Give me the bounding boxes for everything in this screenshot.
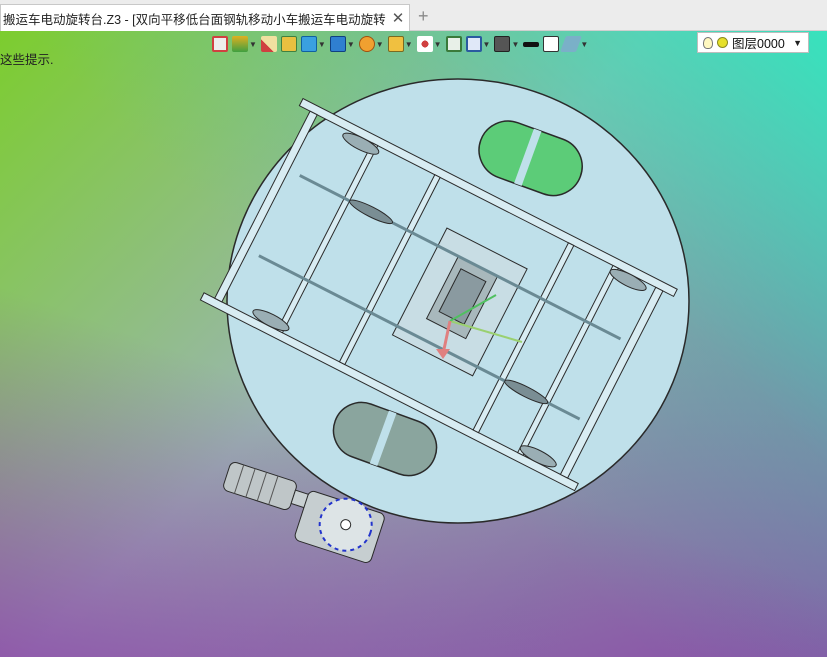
close-icon[interactable]: ✕ xyxy=(387,9,409,27)
layer-name: 图层0000 xyxy=(732,37,785,51)
shape-icon xyxy=(232,36,248,52)
line-color-button[interactable] xyxy=(523,34,540,54)
view-button[interactable]: ▼ xyxy=(329,34,355,54)
shape-button[interactable]: ▼ xyxy=(232,34,257,54)
line-color-icon xyxy=(523,41,540,47)
3d-viewport[interactable]: 这些提示. ▼ ▼ ▼ ▼ ▼ ▼ ▼ ▼ ▼ 图层0000 ▼ xyxy=(0,31,827,657)
plane-button[interactable]: ▼ xyxy=(560,34,588,54)
axis-button[interactable]: ▼ xyxy=(416,34,442,54)
tab-bar: 搬运车电动旋转台.Z3 - [双向平移低台面钢轨移动小车搬运车电动旋转台] ✕ … xyxy=(0,0,827,31)
fit-icon xyxy=(445,36,462,52)
layer-select[interactable]: 图层0000 ▼ xyxy=(697,32,809,53)
frame-button[interactable]: ▼ xyxy=(387,34,413,54)
chevron-down-icon: ▼ xyxy=(793,37,802,48)
frame-icon xyxy=(387,36,404,52)
render-button[interactable]: ▼ xyxy=(358,34,384,54)
display-icon xyxy=(494,36,511,52)
tab-title: 搬运车电动旋转台.Z3 - [双向平移低台面钢轨移动小车搬运车电动旋转台] xyxy=(3,12,387,27)
hint-text: 这些提示. xyxy=(0,53,54,67)
cube-icon xyxy=(300,36,317,52)
import-icon xyxy=(212,36,228,52)
fill-icon xyxy=(543,36,560,52)
document-tab[interactable]: 搬运车电动旋转台.Z3 - [双向平移低台面钢轨移动小车搬运车电动旋转台] ✕ xyxy=(0,4,410,31)
section-icon xyxy=(465,36,482,52)
brush-icon xyxy=(260,36,277,52)
box-button[interactable] xyxy=(280,34,297,54)
view-icon xyxy=(329,36,346,52)
fit-button[interactable] xyxy=(445,34,462,54)
layer-color-icon xyxy=(717,37,728,48)
fill-button[interactable] xyxy=(543,34,560,54)
plane-icon xyxy=(560,36,583,52)
axis-icon xyxy=(416,36,433,52)
section-button[interactable]: ▼ xyxy=(465,34,490,54)
cube-button[interactable]: ▼ xyxy=(300,34,326,54)
render-icon xyxy=(358,36,375,52)
box-icon xyxy=(280,36,297,52)
new-tab-button[interactable]: + xyxy=(418,6,429,27)
import-button[interactable] xyxy=(212,34,228,54)
cad-model[interactable] xyxy=(0,31,827,657)
display-button[interactable]: ▼ xyxy=(494,34,519,54)
bulb-icon xyxy=(703,36,713,49)
view-toolbar: ▼ ▼ ▼ ▼ ▼ ▼ ▼ ▼ ▼ xyxy=(212,33,588,55)
brush-button[interactable] xyxy=(260,34,277,54)
